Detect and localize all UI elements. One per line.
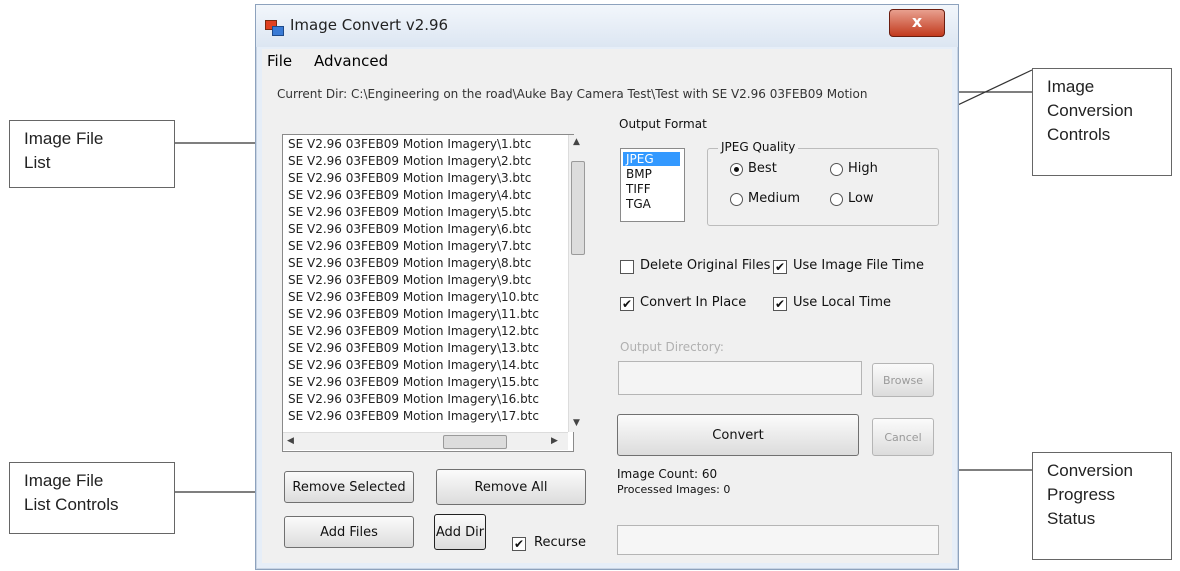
annotation-conversion-controls: Image Conversion Controls bbox=[1032, 68, 1172, 176]
list-item[interactable]: SE V2.96 03FEB09 Motion Imagery\4.btc bbox=[288, 188, 531, 203]
recurse-label: Recurse bbox=[534, 535, 586, 550]
list-item[interactable]: SE V2.96 03FEB09 Motion Imagery\8.btc bbox=[288, 256, 531, 271]
vertical-scroll-thumb[interactable] bbox=[571, 161, 585, 255]
convert-button[interactable]: Convert bbox=[617, 414, 859, 456]
delete-original-label: Delete Original Files bbox=[640, 258, 771, 273]
output-directory-field[interactable] bbox=[618, 361, 862, 395]
format-option-jpeg[interactable]: JPEG bbox=[623, 152, 680, 166]
recurse-checkbox[interactable]: ✔ bbox=[512, 537, 526, 551]
list-item[interactable]: SE V2.96 03FEB09 Motion Imagery\3.btc bbox=[288, 171, 531, 186]
menu-file[interactable]: File bbox=[267, 52, 292, 70]
list-item[interactable]: SE V2.96 03FEB09 Motion Imagery\1.btc bbox=[288, 137, 531, 152]
use-local-time-checkbox[interactable]: ✔ bbox=[773, 297, 787, 311]
add-files-button[interactable]: Add Files bbox=[284, 516, 414, 548]
horizontal-scrollbar[interactable]: ◀ ▶ bbox=[283, 432, 568, 450]
list-item[interactable]: SE V2.96 03FEB09 Motion Imagery\9.btc bbox=[288, 273, 531, 288]
list-item[interactable]: SE V2.96 03FEB09 Motion Imagery\12.btc bbox=[288, 324, 539, 339]
image-file-list[interactable]: SE V2.96 03FEB09 Motion Imagery\1.btc SE… bbox=[282, 134, 586, 452]
cancel-button[interactable]: Cancel bbox=[872, 418, 934, 456]
annotation-line: Status bbox=[1047, 509, 1096, 528]
quality-best-label: Best bbox=[748, 161, 777, 176]
annotation-list-controls: Image File List Controls bbox=[9, 462, 175, 534]
remove-all-button[interactable]: Remove All bbox=[436, 469, 586, 505]
list-item[interactable]: SE V2.96 03FEB09 Motion Imagery\15.btc bbox=[288, 375, 539, 390]
processed-images-label: Processed Images: 0 bbox=[617, 483, 731, 496]
quality-medium-label: Medium bbox=[748, 191, 800, 206]
annotation-line: Progress bbox=[1047, 485, 1116, 504]
list-item[interactable]: SE V2.96 03FEB09 Motion Imagery\16.btc bbox=[288, 392, 539, 407]
list-item[interactable]: SE V2.96 03FEB09 Motion Imagery\17.btc bbox=[288, 409, 539, 424]
scroll-up-icon[interactable]: ▲ bbox=[573, 137, 580, 147]
jpeg-quality-legend: JPEG Quality bbox=[718, 140, 799, 154]
format-option-tiff[interactable]: TIFF bbox=[623, 182, 654, 196]
output-directory-label: Output Directory: bbox=[620, 340, 724, 354]
jpeg-quality-group: JPEG Quality Best High Medium Low bbox=[707, 140, 939, 226]
list-item[interactable]: SE V2.96 03FEB09 Motion Imagery\6.btc bbox=[288, 222, 531, 237]
quality-high-radio[interactable] bbox=[830, 163, 843, 176]
menu-advanced[interactable]: Advanced bbox=[314, 52, 388, 70]
annotation-line: Conversion bbox=[1047, 101, 1133, 120]
annotation-line: Image File bbox=[24, 129, 104, 148]
app-icon bbox=[265, 18, 284, 36]
client-area: Current Dir: C:\Engineering on the road\… bbox=[262, 73, 952, 563]
annotation-line: List bbox=[24, 153, 51, 172]
image-count-label: Image Count: 60 bbox=[617, 467, 718, 481]
list-item[interactable]: SE V2.96 03FEB09 Motion Imagery\10.btc bbox=[288, 290, 539, 305]
format-option-bmp[interactable]: BMP bbox=[623, 167, 655, 181]
annotation-line: Controls bbox=[1047, 125, 1111, 144]
app-window: Image Convert v2.96 x File Advanced Curr… bbox=[255, 4, 959, 570]
annotation-line: List Controls bbox=[24, 495, 119, 514]
quality-low-radio[interactable] bbox=[830, 193, 843, 206]
output-format-label: Output Format bbox=[619, 117, 707, 131]
list-item[interactable]: SE V2.96 03FEB09 Motion Imagery\13.btc bbox=[288, 341, 539, 356]
horizontal-scroll-thumb[interactable] bbox=[443, 435, 507, 449]
quality-best-radio[interactable] bbox=[730, 163, 743, 176]
vertical-scrollbar[interactable]: ▲ ▼ bbox=[568, 135, 586, 432]
window-title: Image Convert v2.96 bbox=[290, 16, 449, 34]
annotation-progress-status: Conversion Progress Status bbox=[1032, 452, 1172, 560]
use-image-file-time-label: Use Image File Time bbox=[793, 258, 924, 273]
scroll-down-icon[interactable]: ▼ bbox=[573, 418, 580, 428]
output-format-list[interactable]: JPEG BMP TIFF TGA bbox=[620, 148, 685, 222]
scroll-right-icon[interactable]: ▶ bbox=[551, 436, 558, 446]
close-button[interactable]: x bbox=[889, 9, 945, 37]
annotation-line: Image File bbox=[24, 471, 104, 490]
delete-original-checkbox[interactable] bbox=[620, 260, 634, 274]
progress-bar bbox=[617, 525, 939, 555]
list-item[interactable]: SE V2.96 03FEB09 Motion Imagery\14.btc bbox=[288, 358, 539, 373]
quality-medium-radio[interactable] bbox=[730, 193, 743, 206]
annotation-line: Image bbox=[1047, 77, 1095, 96]
annotation-image-file-list: Image File List bbox=[9, 120, 175, 188]
current-dir-label: Current Dir: C:\Engineering on the road\… bbox=[277, 87, 868, 101]
convert-in-place-checkbox[interactable]: ✔ bbox=[620, 297, 634, 311]
scroll-left-icon[interactable]: ◀ bbox=[287, 436, 294, 446]
annotation-line: Conversion bbox=[1047, 461, 1133, 480]
list-item[interactable]: SE V2.96 03FEB09 Motion Imagery\2.btc bbox=[288, 154, 531, 169]
add-dir-button[interactable]: Add Dir bbox=[434, 514, 486, 550]
use-image-file-time-checkbox[interactable]: ✔ bbox=[773, 260, 787, 274]
use-local-time-label: Use Local Time bbox=[793, 295, 892, 310]
format-option-tga[interactable]: TGA bbox=[623, 197, 654, 211]
convert-in-place-label: Convert In Place bbox=[640, 295, 747, 310]
list-item[interactable]: SE V2.96 03FEB09 Motion Imagery\11.btc bbox=[288, 307, 539, 322]
list-item[interactable]: SE V2.96 03FEB09 Motion Imagery\5.btc bbox=[288, 205, 531, 220]
browse-button[interactable]: Browse bbox=[872, 363, 934, 397]
quality-low-label: Low bbox=[848, 191, 874, 206]
title-bar: Image Convert v2.96 x bbox=[256, 5, 958, 47]
list-item[interactable]: SE V2.96 03FEB09 Motion Imagery\7.btc bbox=[288, 239, 531, 254]
menu-bar: File Advanced bbox=[262, 49, 952, 74]
quality-high-label: High bbox=[848, 161, 878, 176]
remove-selected-button[interactable]: Remove Selected bbox=[284, 471, 414, 503]
